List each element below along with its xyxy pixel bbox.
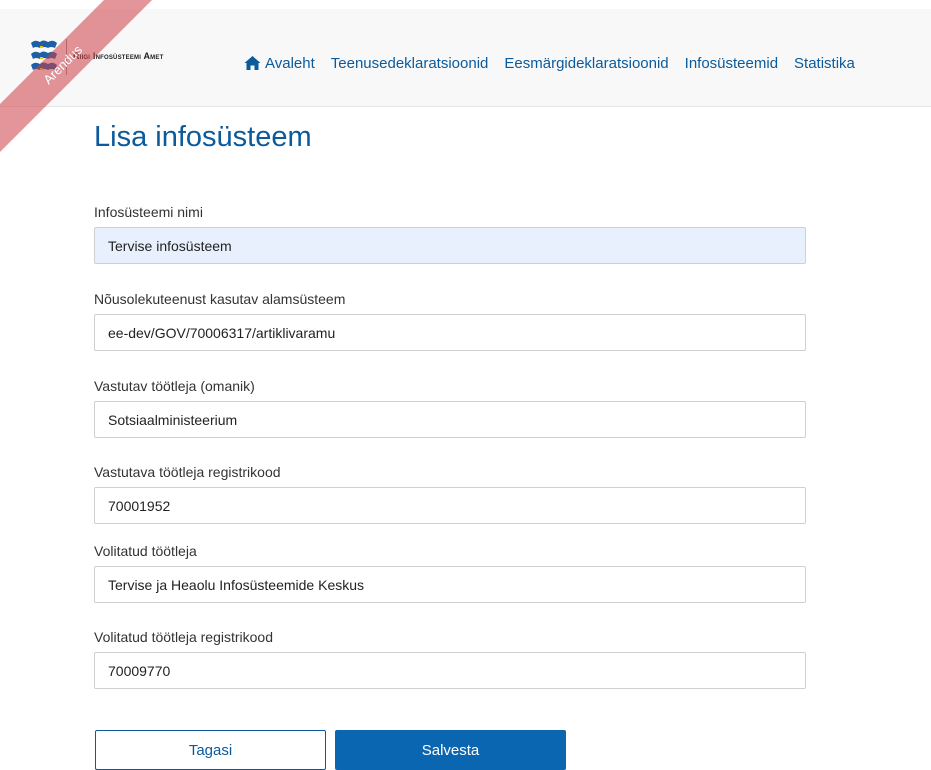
nav-information-systems[interactable]: Infosüsteemid bbox=[685, 55, 778, 72]
ria-logo[interactable]: Riigi Infosüsteemi Amet bbox=[28, 37, 228, 77]
top-navbar: Riigi Infosüsteemi Amet Avaleht Teenused… bbox=[0, 9, 931, 107]
nav-home-label: Avaleht bbox=[265, 54, 315, 72]
save-button[interactable]: Salvesta bbox=[335, 730, 566, 770]
nav-purpose-declarations[interactable]: Eesmärgideklaratsioonid bbox=[504, 55, 668, 72]
processor-input[interactable] bbox=[94, 566, 806, 603]
nav-service-declarations[interactable]: Teenusedeklaratsioonid bbox=[331, 55, 489, 72]
nav-home[interactable]: Avaleht bbox=[244, 55, 315, 72]
coat-of-arms-icon bbox=[31, 40, 57, 70]
page-title: Lisa infosüsteem bbox=[94, 121, 312, 153]
org-name: Riigi Infosüsteemi Amet bbox=[73, 51, 164, 61]
system-name-label: Infosüsteemi nimi bbox=[94, 204, 203, 220]
subsystem-input[interactable] bbox=[94, 314, 806, 351]
system-name-input[interactable] bbox=[94, 227, 806, 264]
logo-divider bbox=[66, 39, 67, 75]
processor-regcode-label: Volitatud töötleja registrikood bbox=[94, 629, 273, 645]
subsystem-label: Nõusolekuteenust kasutav alamsüsteem bbox=[94, 291, 346, 307]
controller-label: Vastutav töötleja (omanik) bbox=[94, 378, 255, 394]
processor-regcode-input[interactable] bbox=[94, 652, 806, 689]
controller-input[interactable] bbox=[94, 401, 806, 438]
main-nav: Avaleht Teenusedeklaratsioonid Eesmärgid… bbox=[244, 53, 855, 73]
controller-regcode-input[interactable] bbox=[94, 487, 806, 524]
nav-statistics[interactable]: Statistika bbox=[794, 55, 855, 72]
controller-regcode-label: Vastutava töötleja registrikood bbox=[94, 464, 281, 480]
processor-label: Volitatud töötleja bbox=[94, 543, 197, 559]
home-icon bbox=[244, 56, 261, 70]
back-button[interactable]: Tagasi bbox=[95, 730, 326, 770]
